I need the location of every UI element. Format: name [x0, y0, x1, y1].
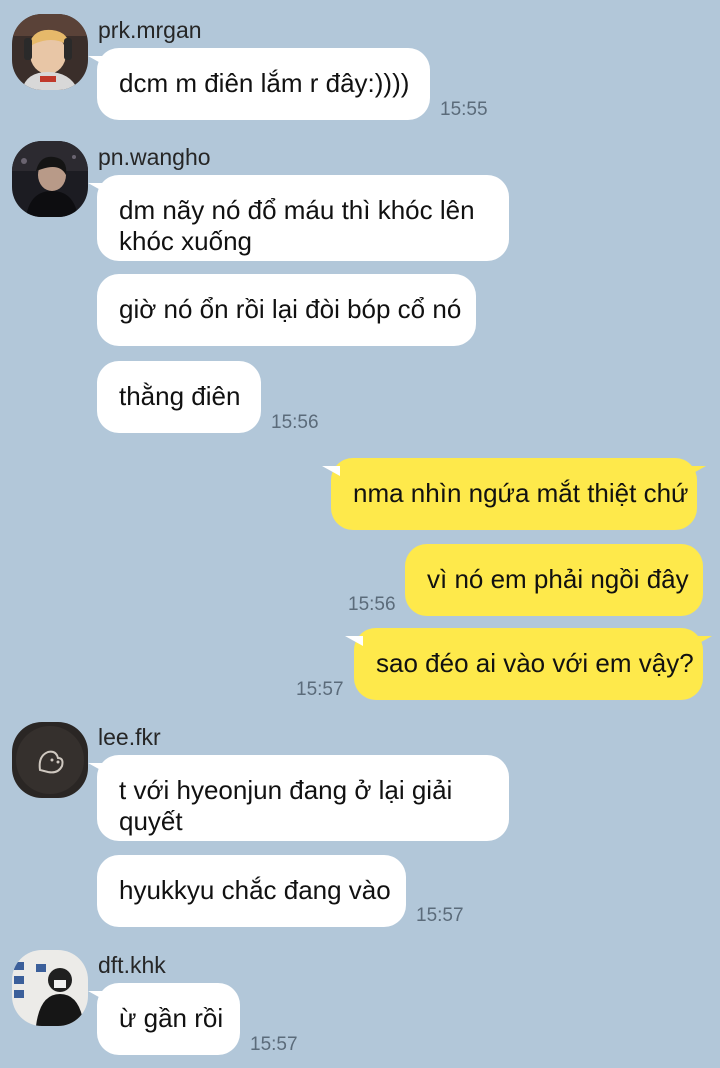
- timestamp: 15:56: [348, 594, 396, 615]
- timestamp: 15:55: [440, 99, 488, 120]
- avatar-prk-mrgan[interactable]: [12, 14, 88, 90]
- timestamp: 15:57: [250, 1034, 298, 1055]
- message-text: giờ nó ổn rồi lại đòi bóp cổ nó: [119, 294, 462, 324]
- message-bubble[interactable]: hyukkyu chắc đang vào: [97, 855, 406, 927]
- message-bubble[interactable]: ừ gần rồi: [88, 983, 240, 1055]
- sender-name: lee.fkr: [98, 724, 161, 750]
- message-bubble[interactable]: dm nãy nó đổ máu thì khóc lên khóc xuống: [88, 175, 509, 261]
- message-bubble[interactable]: giờ nó ổn rồi lại đòi bóp cổ nó: [97, 274, 476, 346]
- timestamp: 15:56: [271, 412, 319, 433]
- message-text-line: dm nãy nó đổ máu thì khóc lên: [119, 195, 475, 225]
- message-bubble[interactable]: thằng điên: [97, 361, 261, 433]
- avatar-dft-khk[interactable]: [12, 950, 88, 1026]
- outgoing-message-bubble[interactable]: vì nó em phải ngồi đây: [405, 544, 703, 616]
- message-text: vì nó em phải ngồi đây: [427, 564, 689, 594]
- timestamp: 15:57: [296, 679, 344, 700]
- outgoing-message-bubble[interactable]: sao đéo ai vào với em vậy?: [345, 628, 712, 700]
- message-text-line: khóc xuống: [119, 226, 252, 256]
- message-text: sao đéo ai vào với em vậy?: [376, 648, 694, 678]
- message-text: nma nhìn ngứa mắt thiệt chứ: [353, 478, 689, 508]
- sender-name: dft.khk: [98, 952, 166, 978]
- avatar-pn-wangho[interactable]: [12, 141, 88, 217]
- message-text: hyukkyu chắc đang vào: [119, 875, 391, 905]
- message-text: thằng điên: [119, 381, 241, 411]
- message-text: dcm m điên lắm r đây:)))): [119, 68, 410, 98]
- message-bubble[interactable]: dcm m điên lắm r đây:)))): [88, 48, 430, 120]
- avatar-lee-fkr[interactable]: [12, 722, 88, 798]
- sender-name: pn.wangho: [98, 144, 211, 170]
- message-bubble[interactable]: t với hyeonjun đang ở lại giải quyết: [88, 755, 509, 841]
- message-text: ừ gần rồi: [119, 1003, 224, 1033]
- timestamp: 15:57: [416, 905, 464, 926]
- message-text-line: quyết: [119, 806, 183, 836]
- sender-name: prk.mrgan: [98, 17, 202, 43]
- message-text-line: t với hyeonjun đang ở lại giải: [119, 775, 453, 805]
- outgoing-message-bubble[interactable]: nma nhìn ngứa mắt thiệt chứ: [322, 458, 706, 530]
